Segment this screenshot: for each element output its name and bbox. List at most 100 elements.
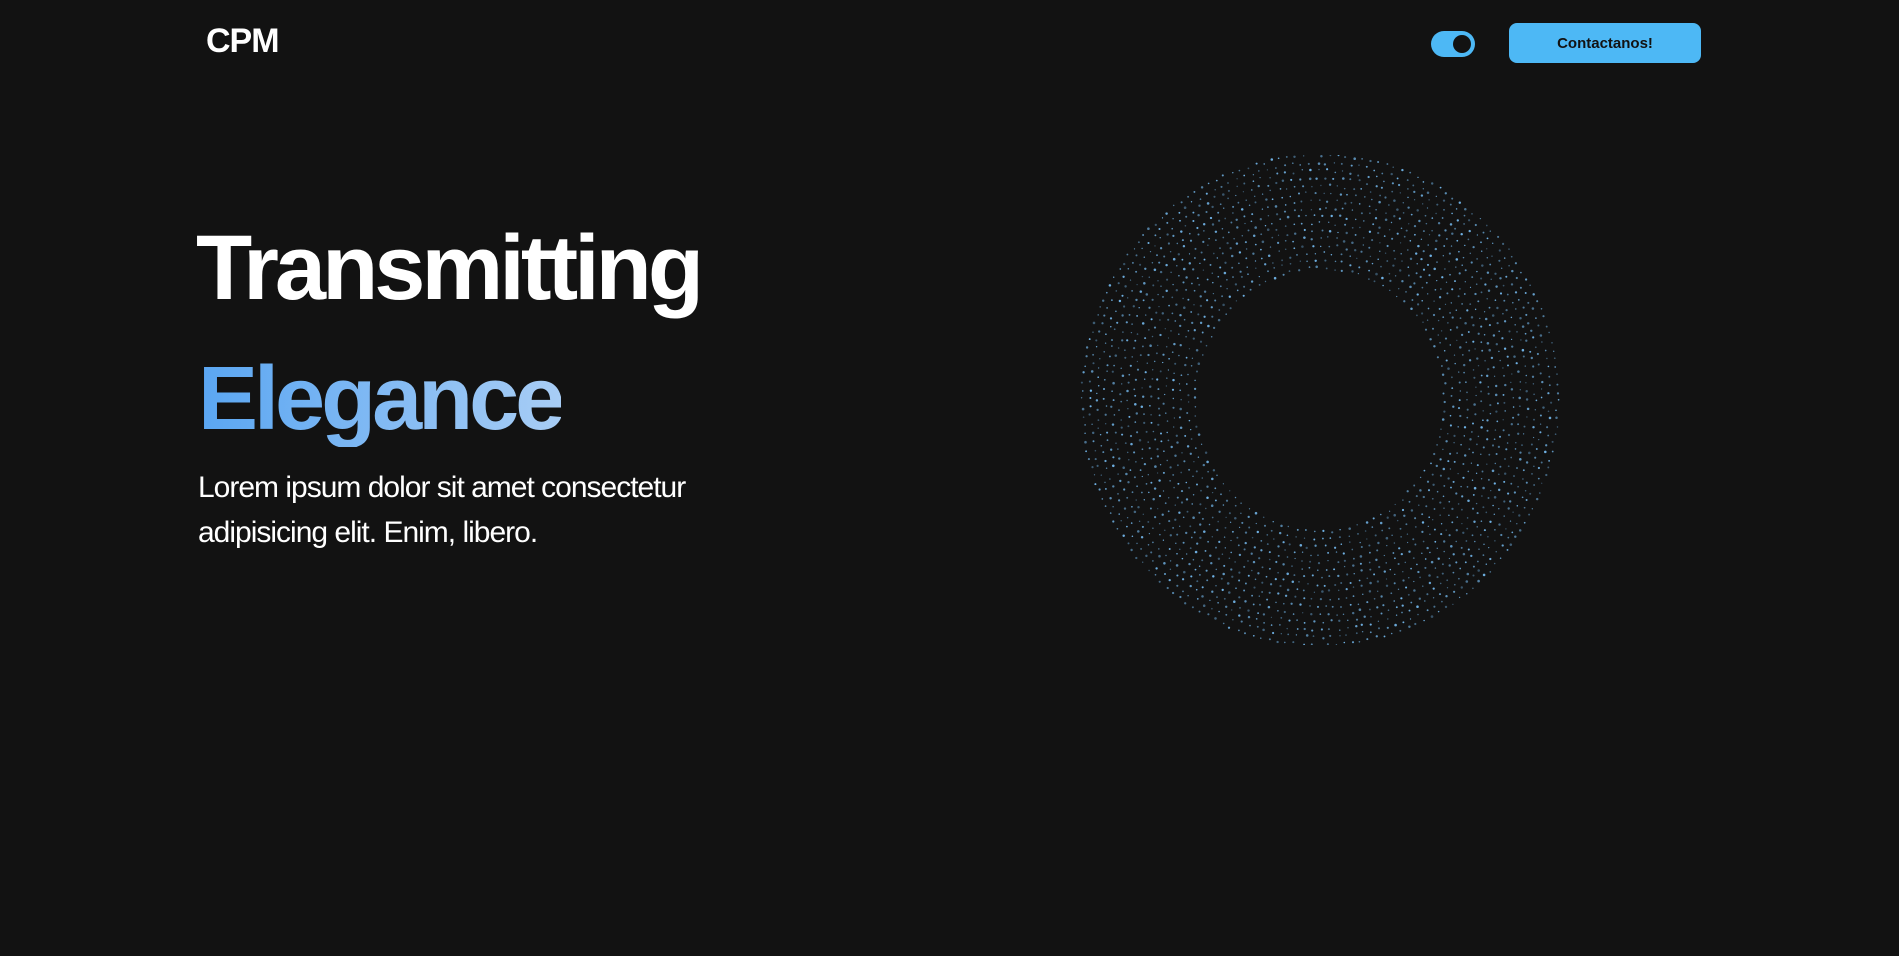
ring-dot xyxy=(1310,643,1313,645)
ring-dot xyxy=(1247,229,1250,232)
ring-dot xyxy=(1114,431,1117,434)
ring-dot xyxy=(1229,521,1232,523)
ring-dot xyxy=(1449,329,1452,331)
ring-dot xyxy=(1441,418,1445,421)
ring-dot xyxy=(1530,443,1533,446)
ring-dot xyxy=(1451,232,1454,235)
contact-button[interactable]: Contactanos! xyxy=(1509,23,1701,63)
ring-dot xyxy=(1199,523,1202,526)
ring-dot xyxy=(1369,191,1372,193)
ring-dot xyxy=(1442,495,1445,498)
logo[interactable]: CPM xyxy=(206,22,280,61)
ring-dot xyxy=(1247,609,1250,612)
ring-dot xyxy=(1166,420,1169,422)
ring-dot xyxy=(1377,620,1380,622)
ring-dot xyxy=(1269,583,1273,586)
ring-dot xyxy=(1525,339,1528,342)
ring-dot xyxy=(1450,302,1452,304)
ring-dot xyxy=(1310,199,1312,201)
ring-dot xyxy=(1295,536,1297,538)
theme-toggle[interactable] xyxy=(1431,31,1475,57)
ring-dot xyxy=(1097,367,1100,369)
ring-dot xyxy=(1377,590,1379,592)
ring-dot xyxy=(1504,472,1507,475)
ring-dot xyxy=(1458,596,1461,599)
ring-dot xyxy=(1303,236,1306,239)
ring-dot xyxy=(1373,573,1376,576)
ring-dot xyxy=(1487,392,1490,395)
ring-dot xyxy=(1458,250,1460,253)
ring-dot xyxy=(1449,223,1453,226)
ring-dot xyxy=(1428,234,1431,236)
ring-dot xyxy=(1338,214,1342,217)
ring-dot xyxy=(1545,444,1548,447)
ring-dot xyxy=(1505,275,1508,278)
ring-dot xyxy=(1522,355,1525,358)
ring-dot xyxy=(1554,366,1557,368)
ring-dot xyxy=(1202,269,1205,271)
ring-dot xyxy=(1389,279,1392,283)
ring-dot xyxy=(1340,260,1343,263)
ring-dot xyxy=(1330,214,1333,218)
ring-dot xyxy=(1417,570,1420,574)
ring-dot xyxy=(1224,217,1227,220)
ring-dot xyxy=(1146,362,1149,364)
ring-dot xyxy=(1313,538,1316,541)
ring-dot xyxy=(1209,599,1211,602)
ring-dot xyxy=(1413,589,1416,592)
ring-dot xyxy=(1453,460,1456,463)
ring-dot xyxy=(1274,578,1277,581)
ring-dot xyxy=(1325,605,1328,607)
ring-dot xyxy=(1498,350,1500,353)
ring-dot xyxy=(1524,332,1527,335)
ring-dot xyxy=(1510,381,1512,384)
ring-dot xyxy=(1275,560,1278,564)
ring-dot xyxy=(1406,541,1409,544)
ring-dot xyxy=(1522,469,1525,472)
ring-dot xyxy=(1353,557,1355,560)
ring-dot xyxy=(1481,349,1484,352)
ring-dot xyxy=(1557,398,1560,401)
ring-dot xyxy=(1123,262,1126,266)
ring-dot xyxy=(1472,369,1475,371)
ring-dot xyxy=(1445,281,1448,283)
ring-dot xyxy=(1212,292,1215,295)
ring-dot xyxy=(1486,419,1489,422)
ring-dot xyxy=(1494,462,1497,465)
ring-dot xyxy=(1438,234,1441,237)
ring-dot xyxy=(1195,425,1198,428)
ring-dot xyxy=(1510,255,1513,258)
ring-dot xyxy=(1388,272,1391,275)
ring-dot xyxy=(1336,185,1338,187)
ring-dot xyxy=(1474,292,1477,296)
ring-dot xyxy=(1432,597,1435,599)
ring-dot xyxy=(1377,231,1380,235)
ring-dot xyxy=(1477,579,1480,583)
ring-dot xyxy=(1142,299,1145,302)
ring-dot xyxy=(1156,472,1159,474)
ring-dot xyxy=(1472,565,1475,568)
ring-dot xyxy=(1126,339,1129,342)
ring-dot xyxy=(1493,513,1495,515)
ring-dot xyxy=(1482,554,1485,556)
ring-dot xyxy=(1182,516,1185,519)
ring-dot xyxy=(1321,576,1323,579)
ring-dot xyxy=(1159,270,1163,274)
ring-dot xyxy=(1277,554,1280,557)
ring-dot xyxy=(1180,471,1183,474)
ring-dot xyxy=(1535,497,1539,501)
ring-dot xyxy=(1216,528,1219,532)
ring-dot xyxy=(1164,529,1166,531)
ring-dot xyxy=(1135,556,1138,560)
ring-dot xyxy=(1433,267,1436,271)
ring-dot xyxy=(1338,536,1341,539)
ring-dot xyxy=(1544,450,1547,454)
ring-dot xyxy=(1209,216,1213,220)
ring-dot xyxy=(1472,245,1475,249)
ring-dot xyxy=(1178,274,1180,277)
ring-dot xyxy=(1407,593,1410,596)
ring-dot xyxy=(1133,510,1137,514)
ring-dot xyxy=(1277,609,1279,612)
ring-dot xyxy=(1525,313,1528,316)
ring-dot xyxy=(1182,281,1185,284)
